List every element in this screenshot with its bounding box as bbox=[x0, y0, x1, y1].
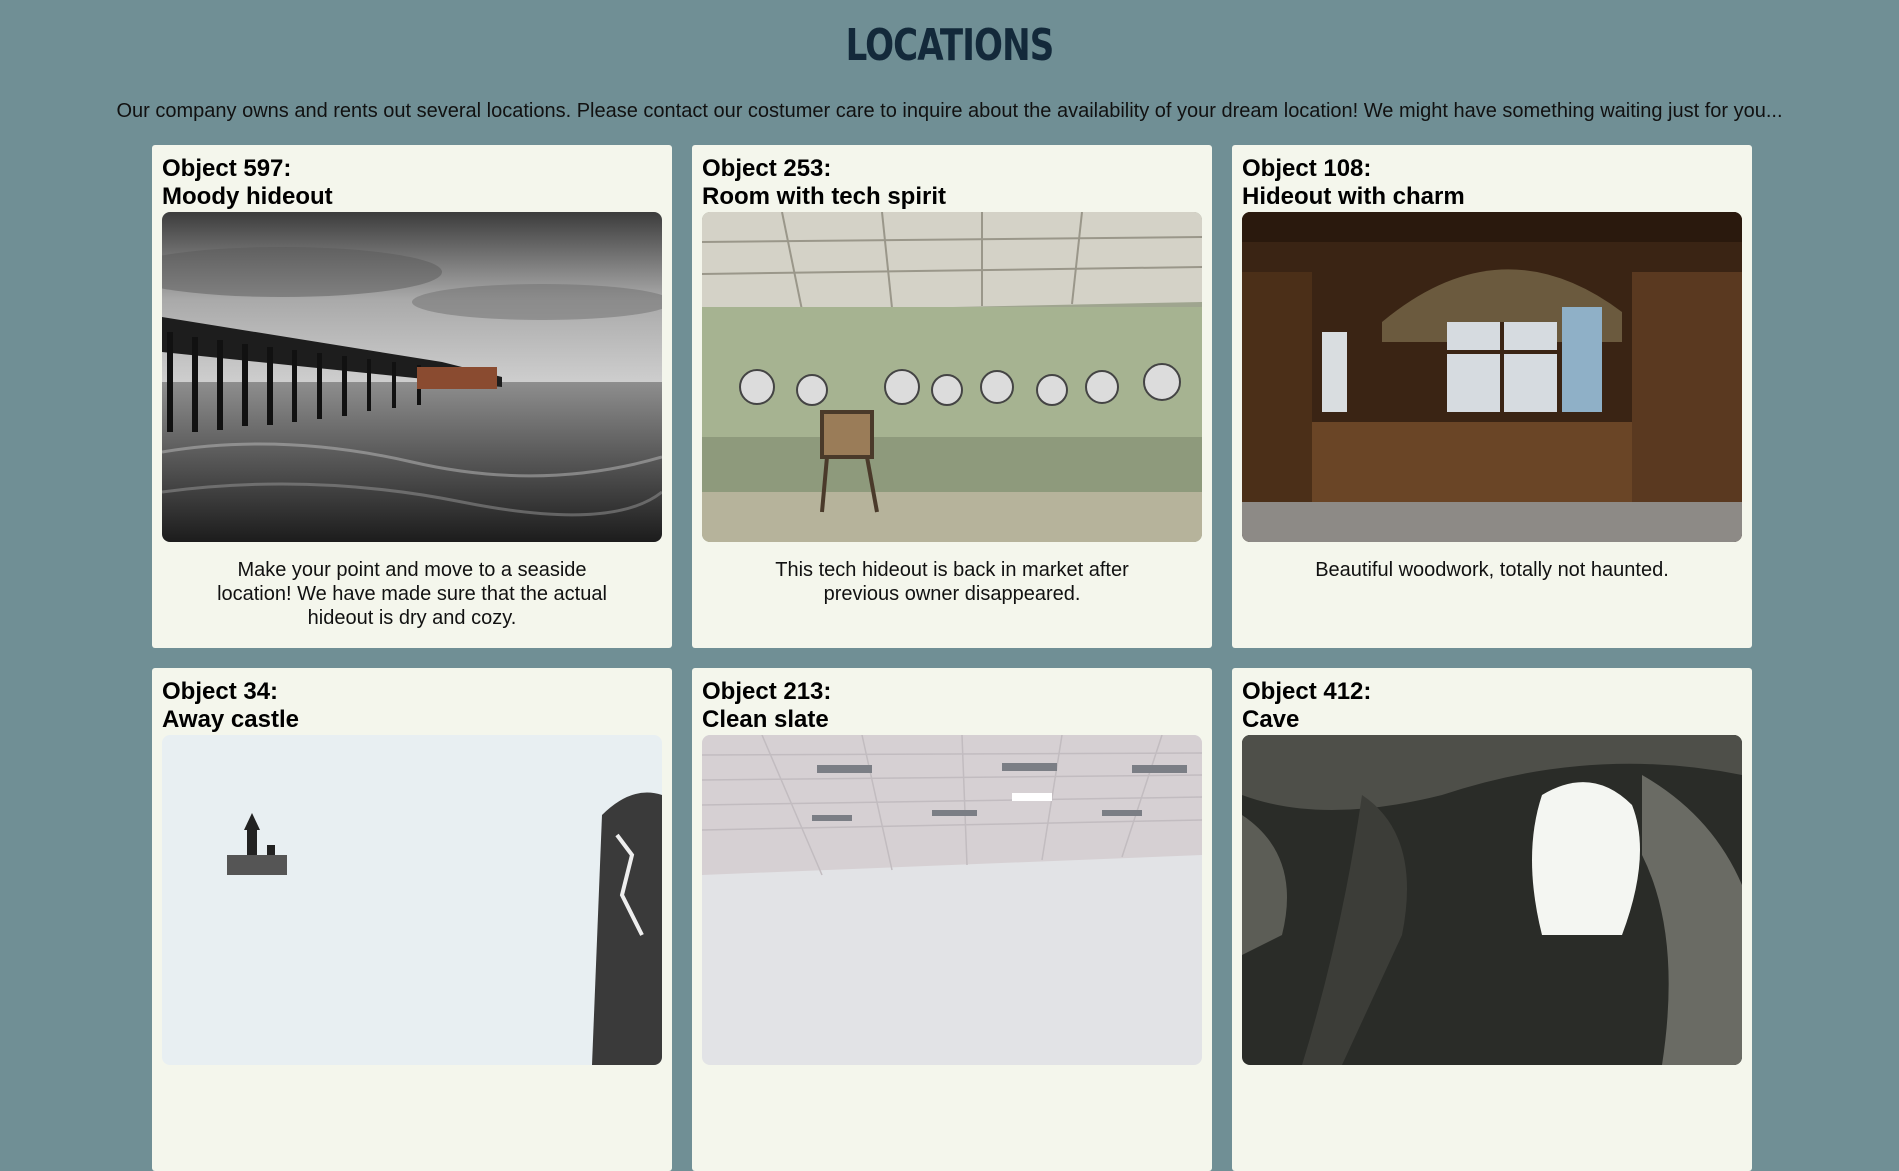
snowy-castle-photo bbox=[162, 735, 662, 1065]
card-heading: Object 253: Room with tech spirit bbox=[702, 155, 1202, 211]
card-heading: Object 412: Cave bbox=[1242, 678, 1742, 734]
intro-text: Our company owns and rents out several l… bbox=[116, 100, 1783, 122]
location-card: Object 412: Cave bbox=[1232, 668, 1752, 1171]
card-description: This tech hideout is back in market afte… bbox=[775, 559, 1129, 605]
card-object-number: Object 253: bbox=[702, 155, 832, 182]
card-title: Cave bbox=[1242, 706, 1300, 733]
card-title: Clean slate bbox=[702, 706, 829, 733]
card-heading: Object 108: Hideout with charm bbox=[1242, 155, 1742, 211]
wooden-room-photo bbox=[1242, 212, 1742, 542]
locations-grid: Object 597: Moody hideout Make your poin… bbox=[152, 145, 1752, 1171]
location-card: Object 108: Hideout with charm Beautiful… bbox=[1232, 145, 1752, 648]
location-card: Object 213: Clean slate bbox=[692, 668, 1212, 1171]
card-heading: Object 597: Moody hideout bbox=[162, 155, 662, 211]
location-card: Object 597: Moody hideout Make your poin… bbox=[152, 145, 672, 648]
card-object-number: Object 34: bbox=[162, 678, 279, 705]
seaside-pier-photo bbox=[162, 212, 662, 542]
card-heading: Object 213: Clean slate bbox=[702, 678, 1202, 734]
location-card: Object 34: Away castle bbox=[152, 668, 672, 1171]
card-description: Beautiful woodwork, totally not haunted. bbox=[1315, 559, 1669, 581]
card-title: Room with tech spirit bbox=[702, 183, 947, 210]
card-object-number: Object 108: bbox=[1242, 155, 1372, 182]
cave-photo bbox=[1242, 735, 1742, 1065]
page-title: LOCATIONS bbox=[845, 20, 1055, 71]
card-object-number: Object 597: bbox=[162, 155, 292, 182]
card-heading: Object 34: Away castle bbox=[162, 678, 662, 734]
control-room-photo bbox=[702, 212, 1202, 542]
card-title: Away castle bbox=[162, 706, 299, 733]
card-object-number: Object 412: bbox=[1242, 678, 1372, 705]
empty-office-photo bbox=[702, 735, 1202, 1065]
card-title: Moody hideout bbox=[162, 183, 333, 210]
card-description: Make your point and move to a seaside lo… bbox=[217, 559, 607, 629]
card-title: Hideout with charm bbox=[1242, 183, 1465, 210]
card-object-number: Object 213: bbox=[702, 678, 832, 705]
location-card: Object 253: Room with tech spirit This t… bbox=[692, 145, 1212, 648]
